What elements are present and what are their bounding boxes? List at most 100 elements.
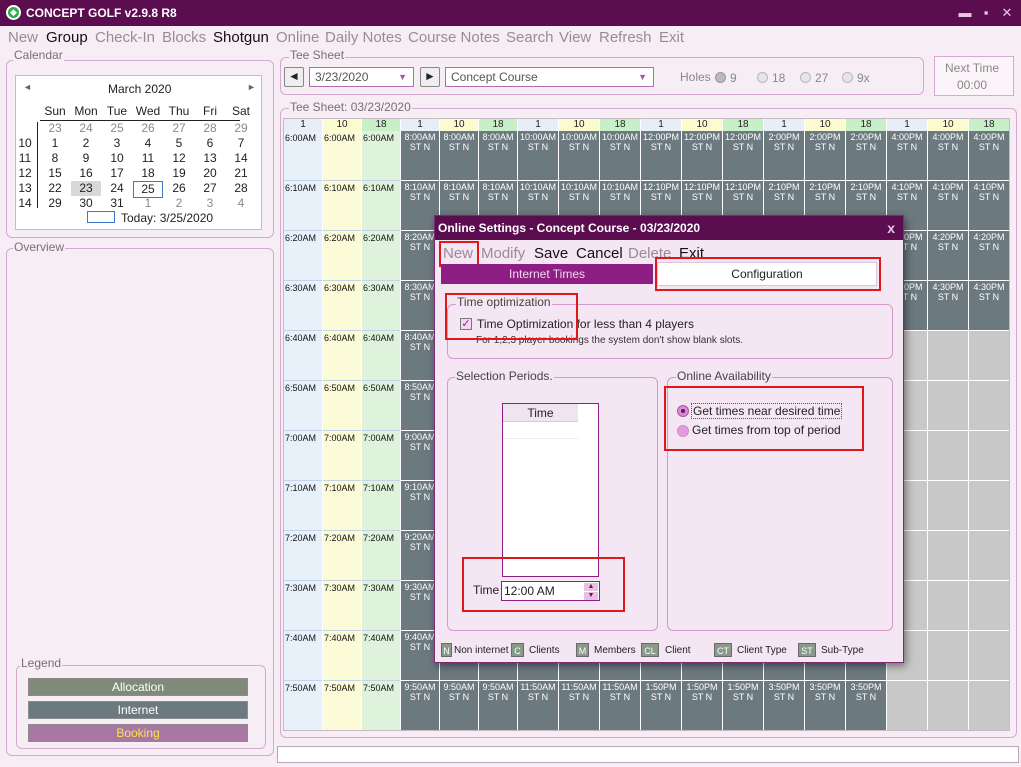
tee-time-slot[interactable]: 6:20AM — [323, 231, 361, 281]
internet-slot[interactable]: 3:50PM ST N — [764, 681, 804, 730]
holes-9x-radio[interactable] — [842, 72, 853, 83]
internet-slot[interactable]: 12:00PM ST N — [723, 131, 763, 181]
tee-time-slot[interactable]: 6:50AM — [323, 381, 361, 431]
empty-slot[interactable] — [928, 431, 968, 481]
tee-time-slot[interactable]: 7:10AM — [284, 481, 322, 531]
empty-slot[interactable] — [969, 631, 1009, 681]
tee-time-slot[interactable]: 7:10AM — [362, 481, 400, 531]
internet-slot[interactable]: 1:50PM ST N — [723, 681, 763, 730]
empty-slot[interactable] — [969, 681, 1009, 730]
internet-slot[interactable]: 10:00AM ST N — [518, 131, 558, 181]
internet-slot[interactable]: 12:00PM ST N — [641, 131, 681, 181]
maximize-icon[interactable]: ▪ — [976, 3, 996, 23]
calendar-day[interactable]: 30 — [71, 196, 101, 211]
calendar-day[interactable]: 2 — [71, 136, 101, 151]
holes-18-radio[interactable] — [757, 72, 768, 83]
menu-view[interactable]: View — [559, 29, 591, 46]
tee-time-slot[interactable]: 6:50AM — [284, 381, 322, 431]
tee-time-slot[interactable]: 6:40AM — [362, 331, 400, 381]
tee-time-slot[interactable]: 7:40AM — [284, 631, 322, 681]
tee-time-slot[interactable]: 7:00AM — [362, 431, 400, 481]
dialog-modify-button[interactable]: Modify — [481, 245, 525, 262]
calendar-day[interactable]: 26 — [164, 181, 194, 196]
calendar-next-icon[interactable]: ► — [247, 82, 256, 92]
calendar-day[interactable]: 10 — [102, 151, 132, 166]
tee-time-slot[interactable]: 7:40AM — [323, 631, 361, 681]
internet-slot[interactable]: 4:20PM ST N — [928, 231, 968, 281]
menu-online[interactable]: Online — [276, 29, 319, 46]
internet-slot[interactable]: 4:30PM ST N — [928, 281, 968, 331]
internet-slot[interactable]: 4:00PM ST N — [928, 131, 968, 181]
calendar-day[interactable]: 12 — [164, 151, 194, 166]
menu-shotgun[interactable]: Shotgun — [213, 29, 269, 46]
holes-27-radio[interactable] — [800, 72, 811, 83]
calendar-day[interactable]: 29 — [40, 196, 70, 211]
course-select[interactable]: Concept Course ▼ — [445, 67, 654, 87]
tee-time-slot[interactable]: 6:00AM — [362, 131, 400, 181]
internet-slot[interactable]: 11:50AM ST N — [600, 681, 640, 730]
calendar-day[interactable]: 27 — [195, 181, 225, 196]
calendar-day[interactable]: 1 — [40, 136, 70, 151]
prev-day-button[interactable]: ◄ — [284, 67, 304, 87]
tee-time-slot[interactable]: 6:10AM — [284, 181, 322, 231]
empty-slot[interactable] — [969, 581, 1009, 631]
tee-time-slot[interactable]: 7:40AM — [362, 631, 400, 681]
empty-slot[interactable] — [969, 531, 1009, 581]
calendar-day[interactable]: 24 — [71, 121, 101, 136]
internet-slot[interactable]: 9:50AM ST N — [479, 681, 517, 730]
internet-slot[interactable]: 4:00PM ST N — [887, 131, 927, 181]
calendar-day[interactable]: 24 — [102, 181, 132, 196]
menu-search[interactable]: Search — [506, 29, 554, 46]
internet-slot[interactable]: 9:50AM ST N — [440, 681, 478, 730]
tee-time-slot[interactable]: 6:50AM — [362, 381, 400, 431]
dialog-save-button[interactable]: Save — [534, 245, 568, 262]
calendar-day[interactable]: 19 — [164, 166, 194, 181]
internet-slot[interactable]: 8:00AM ST N — [479, 131, 517, 181]
calendar-day[interactable]: 22 — [40, 181, 70, 196]
menu-course-notes[interactable]: Course Notes — [408, 29, 500, 46]
calendar-day[interactable]: 16 — [71, 166, 101, 181]
tee-time-slot[interactable]: 7:50AM — [284, 681, 322, 730]
close-icon[interactable]: ✕ — [997, 3, 1017, 23]
tee-time-slot[interactable]: 7:20AM — [323, 531, 361, 581]
tee-time-slot[interactable]: 7:50AM — [362, 681, 400, 730]
empty-slot[interactable] — [928, 531, 968, 581]
today-label[interactable]: Today: 3/25/2020 — [121, 211, 213, 225]
internet-slot[interactable]: 1:50PM ST N — [682, 681, 722, 730]
tee-time-slot[interactable]: 7:30AM — [323, 581, 361, 631]
tee-time-slot[interactable]: 6:30AM — [323, 281, 361, 331]
tee-time-slot[interactable]: 6:20AM — [362, 231, 400, 281]
menu-group[interactable]: Group — [46, 29, 88, 46]
empty-slot[interactable] — [928, 681, 968, 730]
date-picker[interactable]: 3/23/2020 ▼ — [309, 67, 414, 87]
empty-slot[interactable] — [928, 381, 968, 431]
calendar-day[interactable]: 8 — [40, 151, 70, 166]
menu-daily-notes[interactable]: Daily Notes — [325, 29, 402, 46]
empty-slot[interactable] — [969, 381, 1009, 431]
menu-exit[interactable]: Exit — [659, 29, 684, 46]
list-item[interactable] — [503, 423, 578, 439]
tab-internet-times[interactable]: Internet Times — [441, 264, 653, 284]
calendar-day[interactable]: 6 — [195, 136, 225, 151]
calendar-prev-icon[interactable]: ◄ — [23, 82, 32, 92]
internet-slot[interactable]: 4:00PM ST N — [969, 131, 1009, 181]
tee-time-slot[interactable]: 6:30AM — [362, 281, 400, 331]
calendar-day[interactable]: 2 — [164, 196, 194, 211]
internet-slot[interactable]: 11:50AM ST N — [518, 681, 558, 730]
calendar-day[interactable]: 20 — [195, 166, 225, 181]
calendar-day[interactable]: 25 — [102, 121, 132, 136]
empty-slot[interactable] — [928, 631, 968, 681]
calendar-month-label[interactable]: March 2020 — [108, 82, 171, 96]
calendar-day[interactable]: 28 — [195, 121, 225, 136]
tee-time-slot[interactable]: 6:40AM — [323, 331, 361, 381]
internet-slot[interactable]: 4:20PM ST N — [969, 231, 1009, 281]
tee-time-slot[interactable]: 7:00AM — [323, 431, 361, 481]
tee-time-slot[interactable]: 7:30AM — [284, 581, 322, 631]
calendar-day[interactable]: 23 — [71, 181, 101, 196]
empty-slot[interactable] — [928, 581, 968, 631]
tee-time-slot[interactable]: 7:20AM — [362, 531, 400, 581]
internet-slot[interactable]: 1:50PM ST N — [641, 681, 681, 730]
tee-time-slot[interactable]: 7:10AM — [323, 481, 361, 531]
calendar-day[interactable]: 4 — [133, 136, 163, 151]
empty-slot[interactable] — [887, 681, 927, 730]
